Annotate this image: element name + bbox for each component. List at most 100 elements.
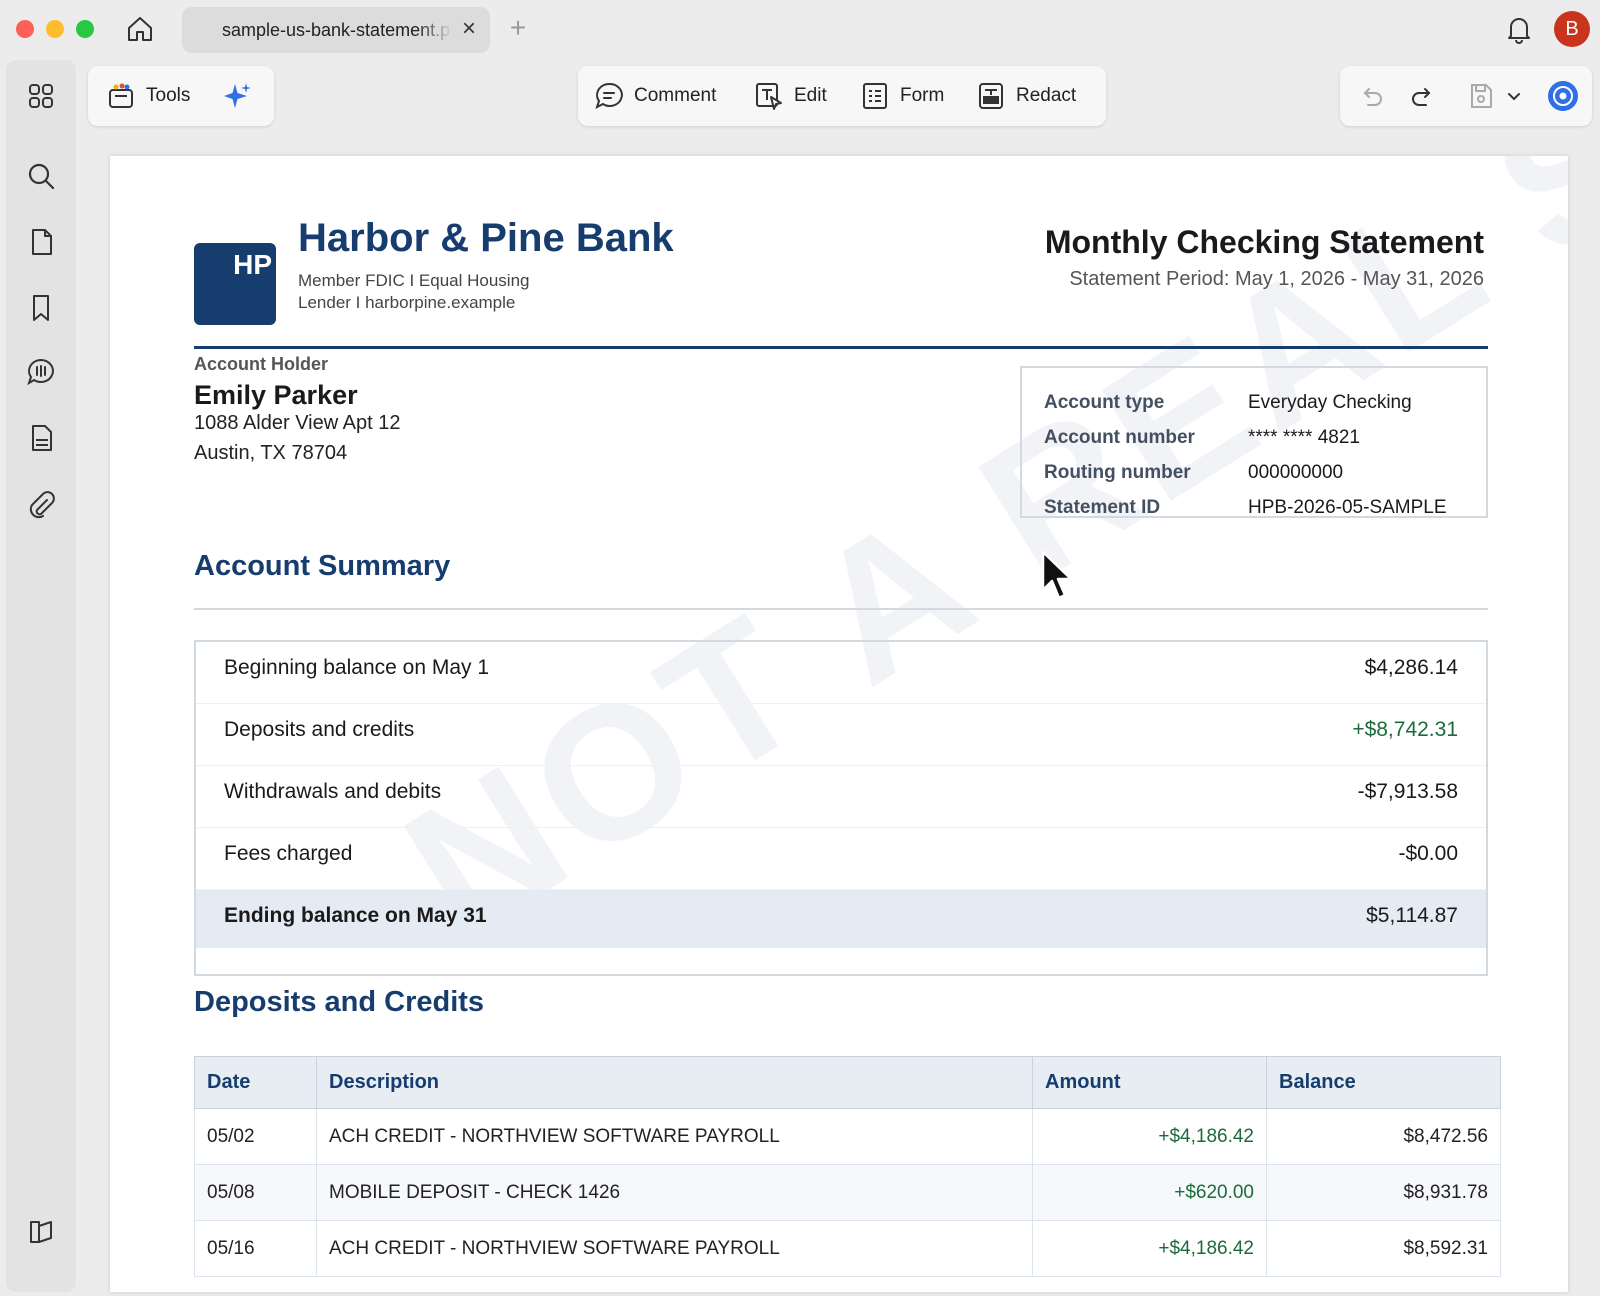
summary-row: Beginning balance on May 1 $4,286.14 (196, 642, 1486, 704)
account-info-value: 000000000 (1248, 462, 1344, 483)
mouse-cursor-icon (1040, 550, 1076, 604)
column-header: Balance (1266, 1056, 1501, 1109)
zoom-window-button[interactable] (76, 20, 94, 38)
comment-button[interactable]: Comment (594, 78, 716, 114)
cell-amount: +$4,186.42 (1032, 1220, 1267, 1277)
redo-icon (1408, 81, 1438, 111)
tab-close-icon[interactable]: × (456, 16, 482, 42)
account-summary-title: Account Summary (194, 550, 451, 582)
chevron-down-icon (1506, 88, 1522, 104)
account-summary-table: Beginning balance on May 1 $4,286.14 Dep… (194, 640, 1488, 976)
left-sidebar (6, 60, 76, 1292)
redact-label: Redact (1016, 85, 1077, 106)
save-icon (1466, 81, 1496, 111)
column-header: Amount (1032, 1056, 1267, 1109)
history-group (1340, 66, 1592, 126)
summary-row: Withdrawals and debits -$7,913.58 (196, 766, 1486, 828)
tools-button[interactable]: Tools (106, 78, 190, 114)
summary-label: Ending balance on May 31 (224, 904, 487, 927)
tools-group: Tools (88, 66, 274, 126)
summary-value: -$0.00 (1398, 842, 1458, 865)
summary-label: Fees charged (224, 842, 353, 865)
save-button[interactable] (1466, 78, 1496, 114)
layers-icon[interactable] (25, 422, 57, 454)
assistant-icon (1546, 79, 1580, 113)
bell-icon[interactable] (1502, 12, 1536, 46)
assistant-button[interactable] (1546, 78, 1580, 114)
cell-date: 05/02 (194, 1108, 317, 1165)
cell-description: MOBILE DEPOSIT - CHECK 1426 (316, 1164, 1033, 1221)
edit-button[interactable]: Edit (754, 78, 827, 114)
cell-amount: +$620.00 (1032, 1164, 1267, 1221)
tools-label: Tools (146, 85, 191, 106)
column-header: Date (194, 1056, 317, 1109)
cell-description: ACH CREDIT - NORTHVIEW SOFTWARE PAYROLL (316, 1220, 1033, 1277)
statement-title: Monthly Checking Statement (1044, 224, 1484, 260)
bookmark-icon[interactable] (25, 292, 57, 324)
summary-row-ending-balance: Ending balance on May 31 $5,114.87 (196, 890, 1486, 948)
summary-label: Withdrawals and debits (224, 780, 442, 803)
account-info-box: Account type Everyday Checking Account n… (1020, 366, 1488, 518)
sidebar-toggle-icon[interactable] (25, 1216, 57, 1248)
redact-icon (976, 81, 1006, 111)
table-row: 05/02 ACH CREDIT - NORTHVIEW SOFTWARE PA… (194, 1108, 1501, 1165)
close-window-button[interactable] (16, 20, 34, 38)
form-label: Form (900, 85, 945, 106)
title-bar: sample-us-bank-statement.pdf × + B (0, 0, 1600, 58)
header-divider (194, 346, 1488, 349)
edit-tools-group: Comment Edit Form Redact (578, 66, 1106, 126)
bank-logo: HP (194, 243, 276, 325)
ai-assist-button[interactable] (222, 78, 252, 114)
account-holder-name: Emily Parker (194, 380, 358, 410)
edit-text-icon (754, 81, 784, 111)
summary-value: +$8,742.31 (1352, 718, 1458, 741)
new-tab-button[interactable]: + (504, 14, 532, 42)
account-holder-label: Account Holder (194, 354, 329, 374)
redact-button[interactable]: Redact (976, 78, 1076, 114)
cell-balance: $8,472.56 (1266, 1108, 1501, 1165)
apps-grid-icon[interactable] (25, 80, 57, 112)
avatar[interactable]: B (1554, 11, 1590, 47)
document-tab[interactable]: sample-us-bank-statement.pdf × (182, 7, 490, 53)
account-info-key: Statement ID (1044, 497, 1161, 518)
cell-balance: $8,592.31 (1266, 1220, 1501, 1277)
search-icon[interactable] (25, 160, 57, 192)
summary-value: $5,114.87 (1366, 904, 1458, 927)
summary-row: Deposits and credits +$8,742.31 (196, 704, 1486, 766)
table-header-row: Date Description Amount Balance (194, 1056, 1501, 1109)
form-icon (860, 81, 890, 111)
comment-icon (594, 81, 624, 111)
bank-logo-text: HP (233, 249, 272, 280)
account-info-value: **** **** 4821 (1248, 427, 1360, 448)
home-icon[interactable] (124, 13, 156, 45)
edit-label: Edit (794, 85, 827, 106)
comment-label: Comment (634, 85, 717, 106)
undo-icon (1356, 81, 1386, 111)
document-page[interactable]: NOT A REAL STATEMENT HP Harbor & Pine Ba… (110, 156, 1568, 1292)
form-button[interactable]: Form (860, 78, 944, 114)
undo-button[interactable] (1356, 78, 1386, 114)
table-row: 05/16 ACH CREDIT - NORTHVIEW SOFTWARE PA… (194, 1220, 1501, 1277)
minimize-window-button[interactable] (46, 20, 64, 38)
bank-name: Harbor & Pine Bank (298, 216, 674, 260)
cell-description: ACH CREDIT - NORTHVIEW SOFTWARE PAYROLL (316, 1108, 1033, 1165)
account-info-key: Account number (1044, 427, 1195, 448)
deposits-table: Date Description Amount Balance 05/02 AC… (194, 1056, 1501, 1277)
tab-title: sample-us-bank-statement.pdf (222, 20, 452, 40)
column-header: Description (316, 1056, 1033, 1109)
tools-icon (106, 81, 136, 111)
address-line-2: Austin, TX 78704 (194, 442, 348, 464)
page-icon[interactable] (25, 226, 57, 258)
comments-icon[interactable] (25, 356, 57, 388)
redo-button[interactable] (1408, 78, 1438, 114)
paperclip-icon[interactable] (25, 488, 57, 520)
account-info-value: Everyday Checking (1248, 392, 1412, 413)
section-divider (194, 608, 1488, 610)
cell-date: 05/16 (194, 1220, 317, 1277)
bank-subtitle: Member FDIC I Equal Housing Lender I har… (298, 271, 530, 312)
sparkle-icon (222, 81, 252, 111)
summary-label: Beginning balance on May 1 (224, 656, 490, 679)
cell-date: 05/08 (194, 1164, 317, 1221)
save-options-button[interactable] (1506, 86, 1522, 106)
deposits-title: Deposits and Credits (194, 986, 485, 1018)
